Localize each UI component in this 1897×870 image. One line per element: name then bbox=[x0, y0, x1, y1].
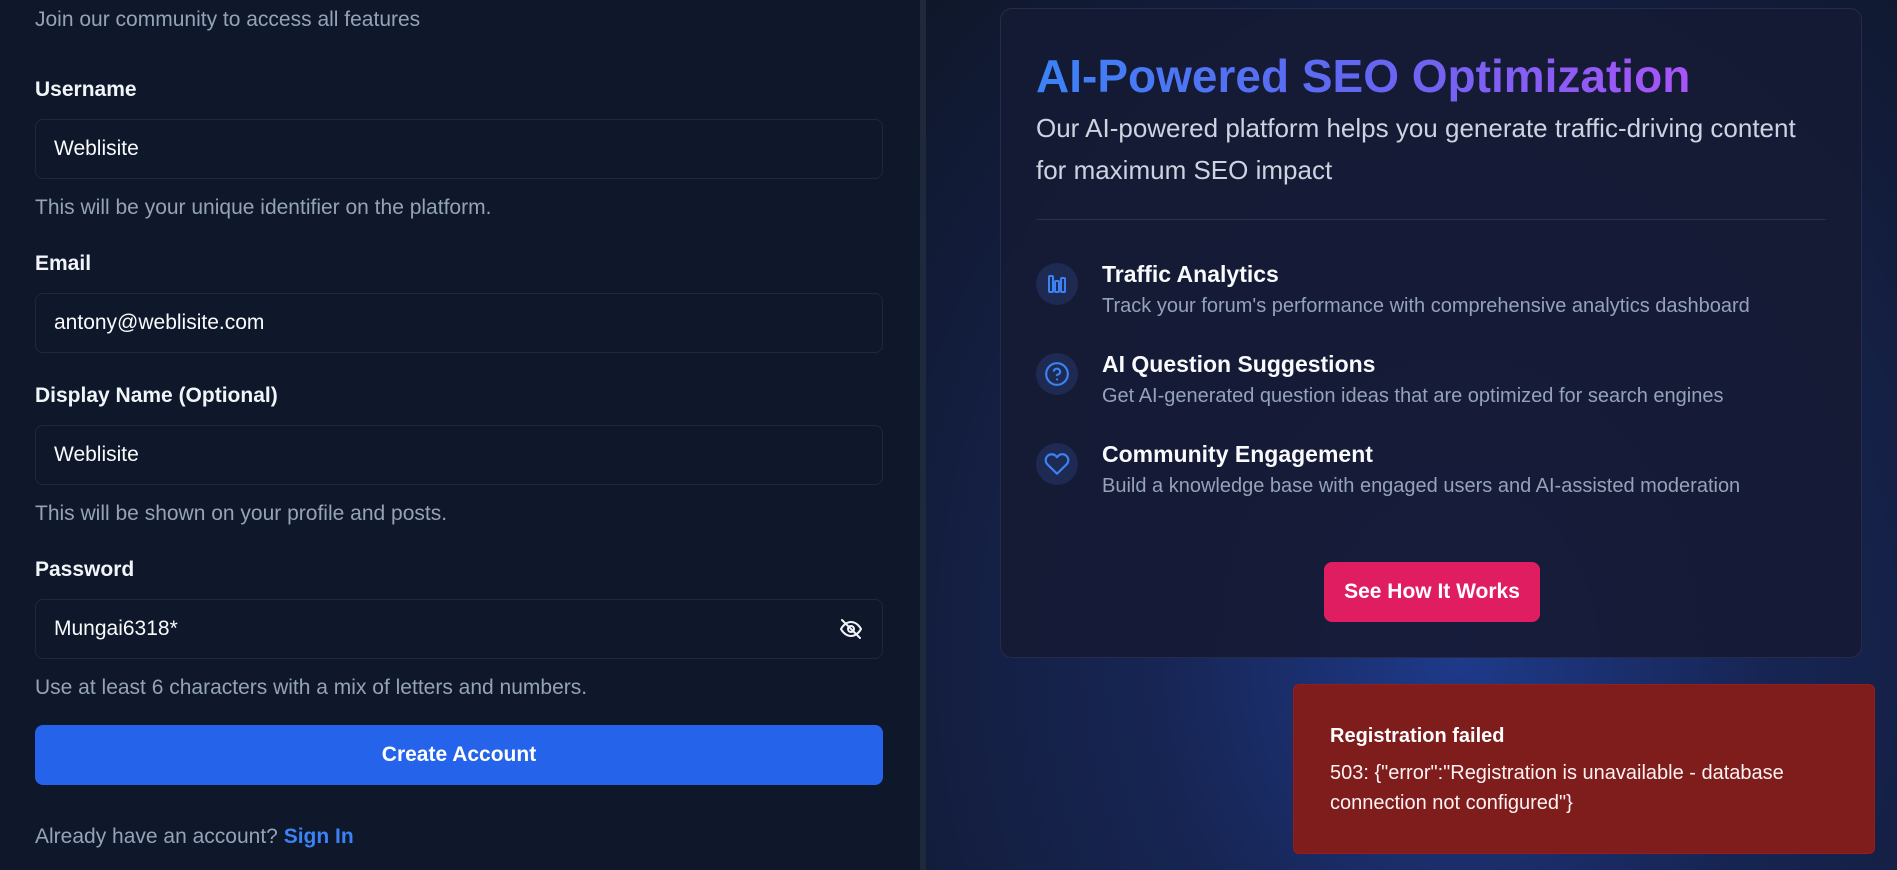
eye-off-icon[interactable] bbox=[838, 616, 864, 642]
promo-divider bbox=[1036, 219, 1826, 220]
feature-title: Community Engagement bbox=[1102, 441, 1373, 467]
promo-description: Our AI-powered platform helps you genera… bbox=[1036, 113, 1796, 185]
display-name-field[interactable]: Weblisite bbox=[35, 425, 883, 485]
display-name-value: Weblisite bbox=[54, 443, 139, 466]
signin-row: Already have an account? Sign In bbox=[35, 825, 354, 849]
signin-prompt: Already have an account? bbox=[35, 825, 278, 848]
see-how-it-works-button[interactable]: See How It Works bbox=[1324, 562, 1540, 622]
display-name-helper: This will be shown on your profile and p… bbox=[35, 502, 448, 525]
error-toast[interactable]: Registration failed 503: {"error":"Regis… bbox=[1293, 684, 1875, 854]
promo-title: AI-Powered SEO Optimization bbox=[1036, 50, 1691, 102]
help-circle-icon bbox=[1036, 353, 1078, 395]
username-field[interactable]: Weblisite bbox=[35, 119, 883, 179]
password-helper: Use at least 6 characters with a mix of … bbox=[35, 676, 588, 699]
password-value: Mungai6318* bbox=[54, 617, 178, 640]
email-value: antony@weblisite.com bbox=[54, 311, 265, 334]
signin-link[interactable]: Sign In bbox=[284, 825, 354, 848]
feature-title: AI Question Suggestions bbox=[1102, 351, 1376, 377]
feature-description: Build a knowledge base with engaged user… bbox=[1102, 475, 1741, 497]
display-name-label: Display Name (Optional) bbox=[35, 384, 278, 407]
feature-title: Traffic Analytics bbox=[1102, 261, 1279, 287]
email-field[interactable]: antony@weblisite.com bbox=[35, 293, 883, 353]
promo-card: AI-Powered SEO Optimization Our AI-power… bbox=[1000, 8, 1862, 658]
toast-title: Registration failed bbox=[1330, 725, 1505, 747]
heart-icon bbox=[1036, 443, 1078, 485]
registration-panel: Join our community to access all feature… bbox=[0, 0, 920, 870]
username-label: Username bbox=[35, 78, 137, 101]
form-subtitle: Join our community to access all feature… bbox=[35, 8, 421, 31]
toast-message: 503: {"error":"Registration is unavailab… bbox=[1330, 762, 1784, 814]
feature-description: Track your forum's performance with comp… bbox=[1102, 295, 1750, 317]
username-value: Weblisite bbox=[54, 137, 139, 160]
password-field[interactable]: Mungai6318* bbox=[35, 599, 883, 659]
password-label: Password bbox=[35, 558, 135, 581]
create-account-button[interactable]: Create Account bbox=[35, 725, 883, 785]
bar-chart-icon bbox=[1036, 263, 1078, 305]
email-label: Email bbox=[35, 252, 92, 275]
feature-description: Get AI-generated question ideas that are… bbox=[1102, 385, 1724, 407]
username-helper: This will be your unique identifier on t… bbox=[35, 196, 492, 219]
